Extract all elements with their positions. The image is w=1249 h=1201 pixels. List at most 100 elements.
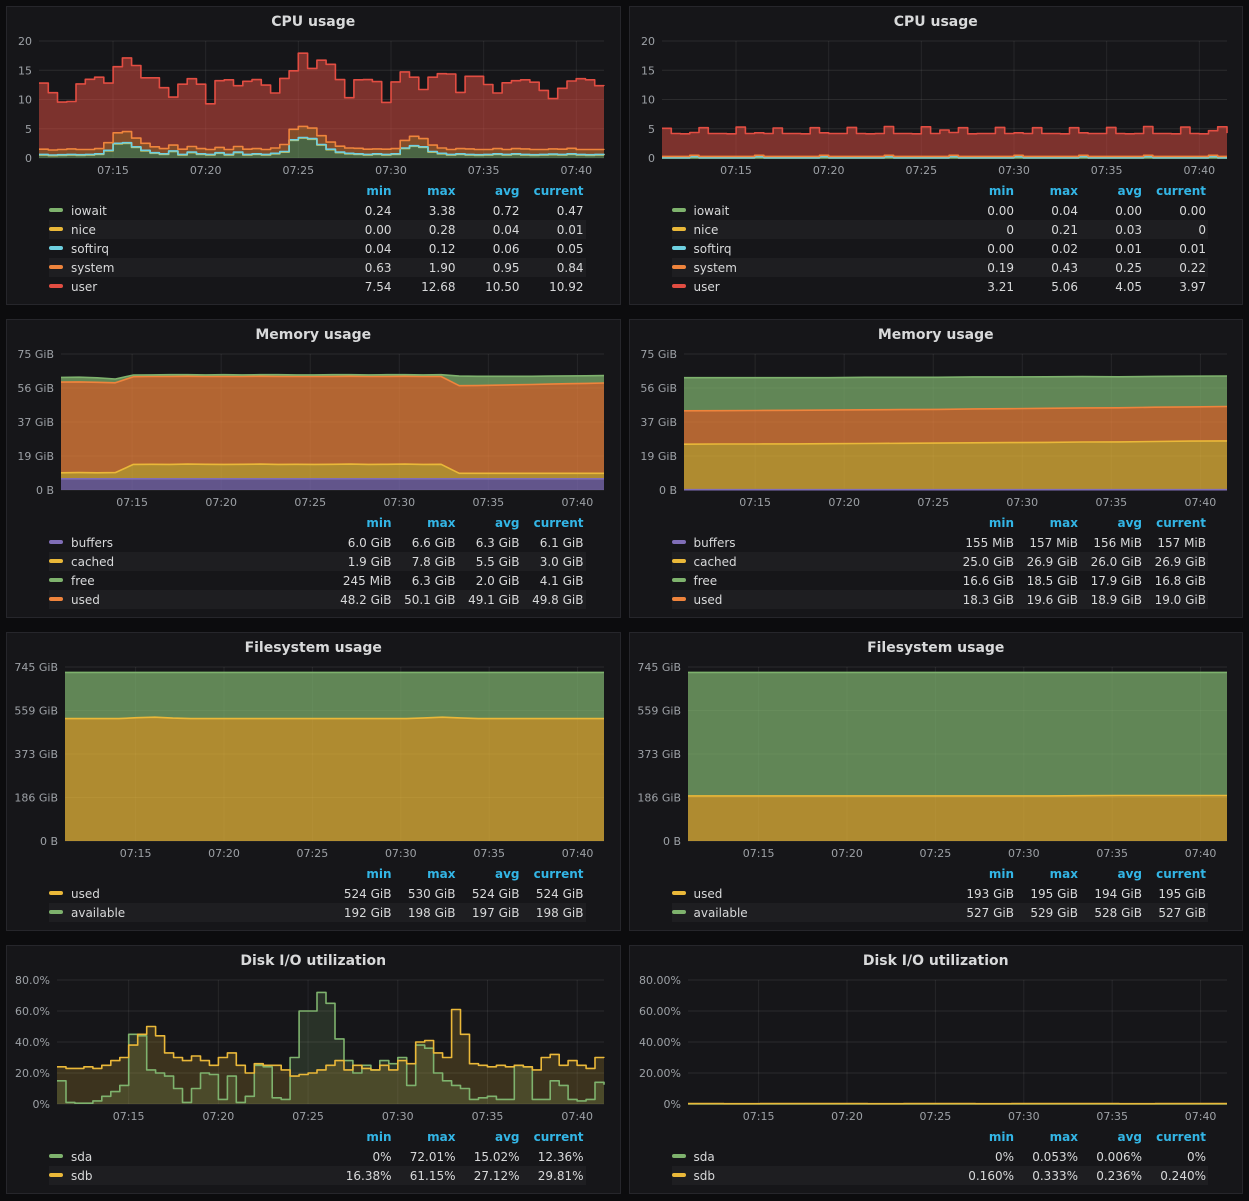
series-name[interactable]: nice [694, 223, 719, 237]
series-color-swatch[interactable] [672, 227, 686, 231]
legend-col-min[interactable]: min [330, 865, 394, 884]
series-color-swatch[interactable] [49, 227, 63, 231]
series-name[interactable]: used [71, 593, 100, 607]
series-name[interactable]: cached [694, 555, 737, 569]
series-name[interactable]: sda [694, 1150, 715, 1164]
series-color-swatch[interactable] [49, 265, 63, 269]
series-color-swatch[interactable] [49, 208, 63, 212]
series-name[interactable]: iowait [694, 204, 730, 218]
legend-col-current[interactable]: current [1144, 182, 1208, 201]
series-color-swatch[interactable] [672, 1173, 686, 1177]
legend-col-avg[interactable]: avg [1080, 865, 1144, 884]
series-color-swatch[interactable] [672, 246, 686, 250]
legend-col-avg[interactable]: avg [458, 182, 522, 201]
legend-col-max[interactable]: max [1016, 182, 1080, 201]
panel-title[interactable]: CPU usage [630, 7, 1243, 33]
series-color-swatch[interactable] [49, 578, 63, 582]
legend-col-max[interactable]: max [1016, 514, 1080, 533]
series-name[interactable]: system [694, 261, 737, 275]
series-name[interactable]: user [71, 280, 97, 294]
series-name[interactable]: free [694, 574, 718, 588]
legend-col-avg[interactable]: avg [1080, 1128, 1144, 1147]
chart-canvas[interactable]: 0 B19 GiB37 GiB56 GiB75 GiB07:1507:2007:… [7, 346, 620, 512]
series-name[interactable]: softirq [694, 242, 732, 256]
series-color-swatch[interactable] [49, 1154, 63, 1158]
legend-col-max[interactable]: max [394, 1128, 458, 1147]
series-name[interactable]: sdb [71, 1169, 93, 1183]
panel-title[interactable]: Filesystem usage [630, 633, 1243, 659]
panel-title[interactable]: Memory usage [7, 320, 620, 346]
legend-col-avg[interactable]: avg [458, 1128, 522, 1147]
panel-title[interactable]: Disk I/O utilization [7, 946, 620, 972]
series-name[interactable]: free [71, 574, 95, 588]
series-name[interactable]: sda [71, 1150, 92, 1164]
chart-canvas[interactable]: 0510152007:1507:2007:2507:3007:3507:40 [7, 33, 620, 180]
chart-canvas[interactable]: 0%20.0%40.0%60.0%80.0%07:1507:2007:2507:… [7, 972, 620, 1126]
chart-canvas[interactable]: 0 B186 GiB373 GiB559 GiB745 GiB07:1507:2… [630, 659, 1243, 863]
series-color-swatch[interactable] [672, 910, 686, 914]
chart-canvas[interactable]: 0%20.00%40.00%60.00%80.00%07:1507:2007:2… [630, 972, 1243, 1126]
series-color-swatch[interactable] [49, 891, 63, 895]
legend-col-current[interactable]: current [522, 514, 586, 533]
series-name[interactable]: softirq [71, 242, 109, 256]
legend-col-current[interactable]: current [1144, 1128, 1208, 1147]
series-color-swatch[interactable] [672, 540, 686, 544]
series-name[interactable]: available [694, 906, 748, 920]
legend-col-min[interactable]: min [952, 182, 1016, 201]
legend-col-min[interactable]: min [330, 514, 394, 533]
panel-title[interactable]: Memory usage [630, 320, 1243, 346]
legend-col-current[interactable]: current [1144, 514, 1208, 533]
legend-col-avg[interactable]: avg [1080, 514, 1144, 533]
legend-col-avg[interactable]: avg [1080, 182, 1144, 201]
series-name[interactable]: cached [71, 555, 114, 569]
legend-col-current[interactable]: current [1144, 865, 1208, 884]
legend-col-min[interactable]: min [952, 514, 1016, 533]
panel-title[interactable]: Disk I/O utilization [630, 946, 1243, 972]
series-name[interactable]: user [694, 280, 720, 294]
series-color-swatch[interactable] [672, 1154, 686, 1158]
series-color-swatch[interactable] [49, 559, 63, 563]
series-color-swatch[interactable] [672, 265, 686, 269]
panel-title[interactable]: CPU usage [7, 7, 620, 33]
chart-canvas[interactable]: 0 B19 GiB37 GiB56 GiB75 GiB07:1507:2007:… [630, 346, 1243, 512]
legend-col-avg[interactable]: avg [458, 865, 522, 884]
series-name[interactable]: buffers [71, 536, 113, 550]
chart-canvas[interactable]: 0510152007:1507:2007:2507:3007:3507:40 [630, 33, 1243, 180]
series-name[interactable]: buffers [694, 536, 736, 550]
series-name[interactable]: used [71, 887, 100, 901]
series-color-swatch[interactable] [672, 559, 686, 563]
series-name[interactable]: iowait [71, 204, 107, 218]
legend-col-avg[interactable]: avg [458, 514, 522, 533]
series-name[interactable]: available [71, 906, 125, 920]
legend-col-min[interactable]: min [330, 1128, 394, 1147]
series-name[interactable]: used [694, 887, 723, 901]
legend-col-max[interactable]: max [394, 182, 458, 201]
legend-col-current[interactable]: current [522, 182, 586, 201]
legend-col-min[interactable]: min [330, 182, 394, 201]
legend-col-min[interactable]: min [952, 865, 1016, 884]
series-name[interactable]: nice [71, 223, 96, 237]
legend-col-max[interactable]: max [394, 865, 458, 884]
series-name[interactable]: system [71, 261, 114, 275]
panel-title[interactable]: Filesystem usage [7, 633, 620, 659]
series-color-swatch[interactable] [49, 910, 63, 914]
series-color-swatch[interactable] [672, 284, 686, 288]
series-color-swatch[interactable] [49, 597, 63, 601]
chart-canvas[interactable]: 0 B186 GiB373 GiB559 GiB745 GiB07:1507:2… [7, 659, 620, 863]
legend-col-max[interactable]: max [394, 514, 458, 533]
legend-col-max[interactable]: max [1016, 1128, 1080, 1147]
legend-col-min[interactable]: min [952, 1128, 1016, 1147]
legend-col-current[interactable]: current [522, 1128, 586, 1147]
legend-col-current[interactable]: current [522, 865, 586, 884]
series-color-swatch[interactable] [672, 578, 686, 582]
series-color-swatch[interactable] [49, 284, 63, 288]
series-name[interactable]: used [694, 593, 723, 607]
series-color-swatch[interactable] [49, 1173, 63, 1177]
legend-col-max[interactable]: max [1016, 865, 1080, 884]
series-color-swatch[interactable] [49, 540, 63, 544]
series-name[interactable]: sdb [694, 1169, 716, 1183]
series-color-swatch[interactable] [672, 891, 686, 895]
series-color-swatch[interactable] [49, 246, 63, 250]
series-color-swatch[interactable] [672, 597, 686, 601]
series-color-swatch[interactable] [672, 208, 686, 212]
